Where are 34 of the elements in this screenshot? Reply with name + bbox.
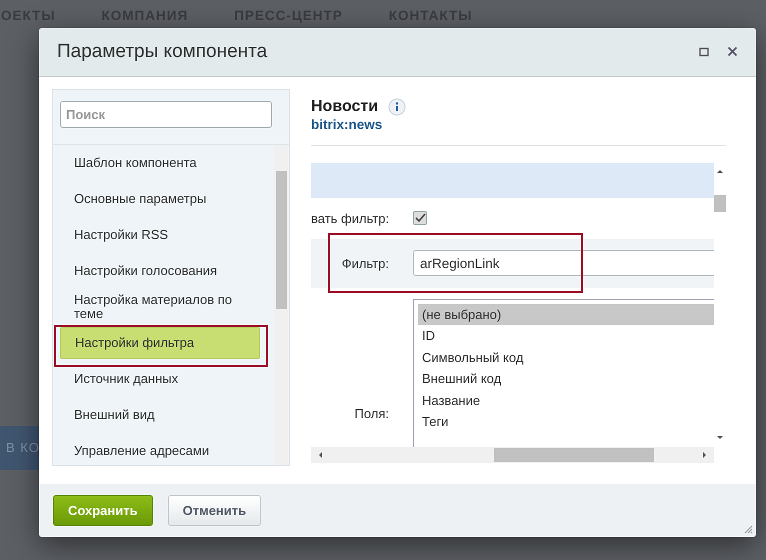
scrollbar[interactable] — [274, 144, 288, 465]
section-item[interactable]: Внешний вид — [60, 398, 260, 431]
list-option[interactable]: (не выбрано) — [418, 304, 714, 326]
info-icon[interactable] — [388, 98, 406, 116]
list-option[interactable]: Символьный код — [418, 346, 714, 368]
cancel-button[interactable]: Отменить — [168, 494, 262, 526]
window-title: Параметры компонента — [57, 40, 268, 63]
section-item[interactable]: Настройки RSS — [60, 218, 260, 251]
filter-input[interactable]: arRegionLink — [413, 250, 714, 276]
field-label: Поля: — [353, 406, 390, 421]
close-icon[interactable] — [727, 46, 738, 58]
field-label: Фильтр: — [340, 256, 390, 271]
section-item[interactable]: Основные параметры — [60, 182, 260, 215]
scrollbar[interactable] — [311, 446, 714, 463]
section-item[interactable]: Настройка материалов по теме — [60, 290, 260, 323]
maximize-icon[interactable] — [699, 46, 709, 57]
field-label: вать фильтр: — [311, 210, 390, 226]
section-item[interactable]: Настройки фильтра — [60, 326, 260, 359]
section-item[interactable]: Шаблон компонента — [60, 146, 260, 179]
section-item[interactable]: Настройки голосования — [60, 254, 260, 287]
checkbox[interactable] — [413, 211, 427, 226]
resize-grip-icon[interactable] — [743, 524, 753, 534]
list-option[interactable]: Внешний код — [418, 368, 714, 390]
component-name: Новости — [311, 98, 378, 116]
scrollbar-thumb[interactable] — [714, 194, 726, 212]
scrollbar-thumb[interactable] — [276, 170, 287, 309]
section-item[interactable]: Источник данных — [60, 362, 260, 395]
component-code: bitrix:news — [311, 116, 384, 132]
section-item[interactable]: Управление адресами — [60, 434, 260, 465]
scrollbar-thumb[interactable] — [494, 448, 654, 462]
list-option[interactable]: Название — [418, 390, 714, 412]
search-field[interactable]: Поиск — [60, 100, 272, 128]
list-option[interactable]: Теги — [418, 411, 714, 433]
list-option[interactable]: ID — [418, 325, 714, 347]
